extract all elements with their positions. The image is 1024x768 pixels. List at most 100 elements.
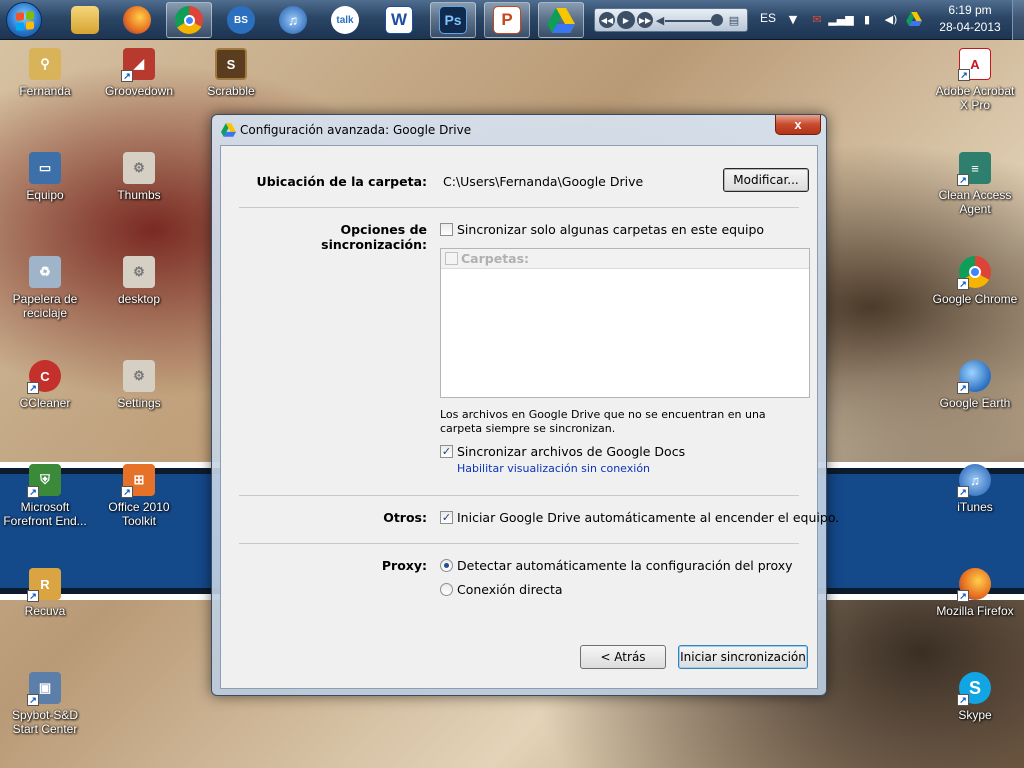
taskbar-photoshop[interactable]: Ps <box>430 2 476 38</box>
desktop-icon-google-earth[interactable]: ↗ Google Earth <box>930 360 1020 410</box>
gmail-notifier-icon[interactable]: ✉ <box>810 12 824 26</box>
dialog-content: Ubicación de la carpeta: C:\Users\Fernan… <box>220 145 839 689</box>
others-label: Otros: <box>383 510 427 525</box>
proxy-direct-label[interactable]: Conexión directa <box>457 582 563 597</box>
folder-location-label: Ubicación de la carpeta: <box>256 174 427 189</box>
media-player-controls: ◀◀ ▶ ▶▶ ◀ ▤ <box>594 8 748 32</box>
desktop-icon-scrabble[interactable]: S Scrabble <box>186 48 276 98</box>
close-button[interactable]: x <box>775 115 821 135</box>
google-talk-icon: talk <box>331 6 359 34</box>
clock-time[interactable]: 6:19 pm <box>946 3 994 17</box>
desktop-icon-fernanda[interactable]: ⚲ Fernanda <box>0 48 90 98</box>
forefront-icon: ↗ ⛨ <box>27 464 61 498</box>
desktop-icon-equipo[interactable]: ▭ Equipo <box>0 152 90 202</box>
dialog-title: Configuración avanzada: Google Drive <box>240 123 472 137</box>
sync-docs-checkbox[interactable]: ✓ <box>440 445 453 458</box>
language-indicator[interactable]: ES <box>760 11 776 25</box>
separator <box>239 495 799 496</box>
desktop-icon-spybot[interactable]: ↗ ▣ Spybot-S&D Start Center <box>0 672 90 736</box>
google-earth-icon: ↗ <box>957 360 991 394</box>
folder-path: C:\Users\Fernanda\Google Drive <box>443 174 644 189</box>
taskbar-google-drive[interactable] <box>538 2 584 38</box>
speaker-icon[interactable]: ◀) <box>884 12 898 26</box>
desktop-icon-settings[interactable]: ⚙ Settings <box>94 360 184 410</box>
chrome-icon: ↗ <box>957 256 991 290</box>
user-folder-icon: ⚲ <box>29 48 61 80</box>
itunes-icon: ♫ <box>279 6 307 34</box>
cisco-agent-icon: ↗ ≡ <box>957 152 991 186</box>
taskbar-word[interactable]: W <box>376 2 422 38</box>
sync-note: Los archivos en Google Drive que no se e… <box>440 408 766 435</box>
photoshop-icon: Ps <box>439 6 467 34</box>
google-drive-icon <box>547 7 575 33</box>
folders-header: Carpetas: <box>441 249 809 269</box>
sync-docs-label[interactable]: Sincronizar archivos de Google Docs <box>457 444 685 459</box>
separator <box>239 543 799 544</box>
desktop-icon-ccleaner[interactable]: ↗ C CCleaner <box>0 360 90 410</box>
desktop-icon-clean-access[interactable]: ↗ ≡ Clean Access Agent <box>930 152 1020 216</box>
desktop-icon-office-toolkit[interactable]: ↗ ⊞ Office 2010 Toolkit <box>94 464 184 528</box>
taskbar-itunes[interactable]: ♫ <box>270 2 316 38</box>
desktop-icon-thumbs[interactable]: ⚙ Thumbs <box>94 152 184 202</box>
desktop-icon-recuva[interactable]: ↗ R Recuva <box>0 568 90 618</box>
spybot-icon: ↗ ▣ <box>27 672 61 706</box>
play-icon[interactable]: ▶ <box>617 11 635 29</box>
back-button[interactable]: < Atrás <box>580 645 666 669</box>
taskbar-bs-player[interactable]: BS <box>218 2 264 38</box>
show-desktop-button[interactable] <box>1012 0 1024 40</box>
acrobat-icon: ↗ A <box>958 48 991 81</box>
scrabble-icon: S <box>215 48 247 80</box>
selective-sync-checkbox[interactable] <box>440 223 453 236</box>
taskbar-firefox[interactable] <box>114 2 160 38</box>
bs-player-icon: BS <box>227 6 255 34</box>
proxy-auto-label[interactable]: Detectar automáticamente la configuració… <box>457 558 793 573</box>
start-sync-button[interactable]: Iniciar sincronización <box>678 645 808 669</box>
sync-options-label: Opciones de sincronización: <box>321 222 427 252</box>
folders-list[interactable]: Carpetas: <box>440 248 810 398</box>
autostart-label[interactable]: Iniciar Google Drive automáticamente al … <box>457 510 839 525</box>
firefox-icon <box>123 6 151 34</box>
chrome-icon <box>175 6 203 34</box>
ccleaner-icon: ↗ C <box>27 360 61 394</box>
desktop-icon-itunes[interactable]: ↗ ♫ iTunes <box>930 464 1020 514</box>
next-track-icon[interactable]: ▶▶ <box>637 12 653 28</box>
proxy-label: Proxy: <box>381 558 427 573</box>
google-drive-icon <box>221 123 236 137</box>
advanced-settings-dialog: Configuración avanzada: Google Drive x U… <box>211 114 839 696</box>
battery-icon[interactable]: ▮ <box>860 12 874 26</box>
separator <box>239 207 799 208</box>
google-drive-tray-icon[interactable] <box>906 12 922 26</box>
previous-track-icon[interactable]: ◀◀ <box>599 12 615 28</box>
clock-date[interactable]: 28-04-2013 <box>936 20 1004 34</box>
office-toolkit-icon: ↗ ⊞ <box>121 464 155 498</box>
desktop-icon-recycle-bin[interactable]: ♻ Papelera de reciclaje <box>0 256 90 320</box>
windows-logo-icon <box>16 11 34 31</box>
selective-sync-label[interactable]: Sincronizar solo algunas carpetas en est… <box>457 222 764 237</box>
thumbs-file-icon: ⚙ <box>123 152 155 184</box>
proxy-direct-radio[interactable] <box>440 583 453 596</box>
media-menu-icon[interactable]: ▤ <box>727 13 741 27</box>
desktop-icon-skype[interactable]: ↗ S Skype <box>930 672 1020 722</box>
folders-select-all-checkbox[interactable] <box>445 252 458 265</box>
desktop-icon-chrome[interactable]: ↗ Google Chrome <box>930 256 1020 306</box>
show-hidden-icons-icon[interactable]: ▼ <box>786 12 800 26</box>
desktop-icon-forefront[interactable]: ↗ ⛨ Microsoft Forefront End... <box>0 464 90 528</box>
folders-header-label: Carpetas: <box>461 251 530 266</box>
taskbar-powerpoint[interactable]: P <box>484 2 530 38</box>
desktop-icon-groovedown[interactable]: ↗ ◢ Groovedown <box>94 48 184 98</box>
volume-knob-icon[interactable] <box>711 14 723 26</box>
start-button[interactable] <box>6 2 42 38</box>
taskbar-explorer[interactable] <box>62 2 108 38</box>
modify-button[interactable]: Modificar... <box>723 168 809 192</box>
proxy-auto-radio[interactable] <box>440 559 453 572</box>
offline-viewing-link[interactable]: Habilitar visualización sin conexión <box>457 462 650 475</box>
network-signal-icon[interactable]: ▂▄▆ <box>828 12 853 26</box>
close-icon: x <box>794 117 802 132</box>
desktop-icon-desktop-ini[interactable]: ⚙ desktop <box>94 256 184 306</box>
volume-slider[interactable] <box>665 20 711 22</box>
taskbar-chrome[interactable] <box>166 2 212 38</box>
desktop-icon-firefox[interactable]: ↗ Mozilla Firefox <box>930 568 1020 618</box>
autostart-checkbox[interactable]: ✓ <box>440 511 453 524</box>
desktop-icon-acrobat[interactable]: ↗ A Adobe Acrobat X Pro <box>930 48 1020 112</box>
taskbar-google-talk[interactable]: talk <box>322 2 368 38</box>
